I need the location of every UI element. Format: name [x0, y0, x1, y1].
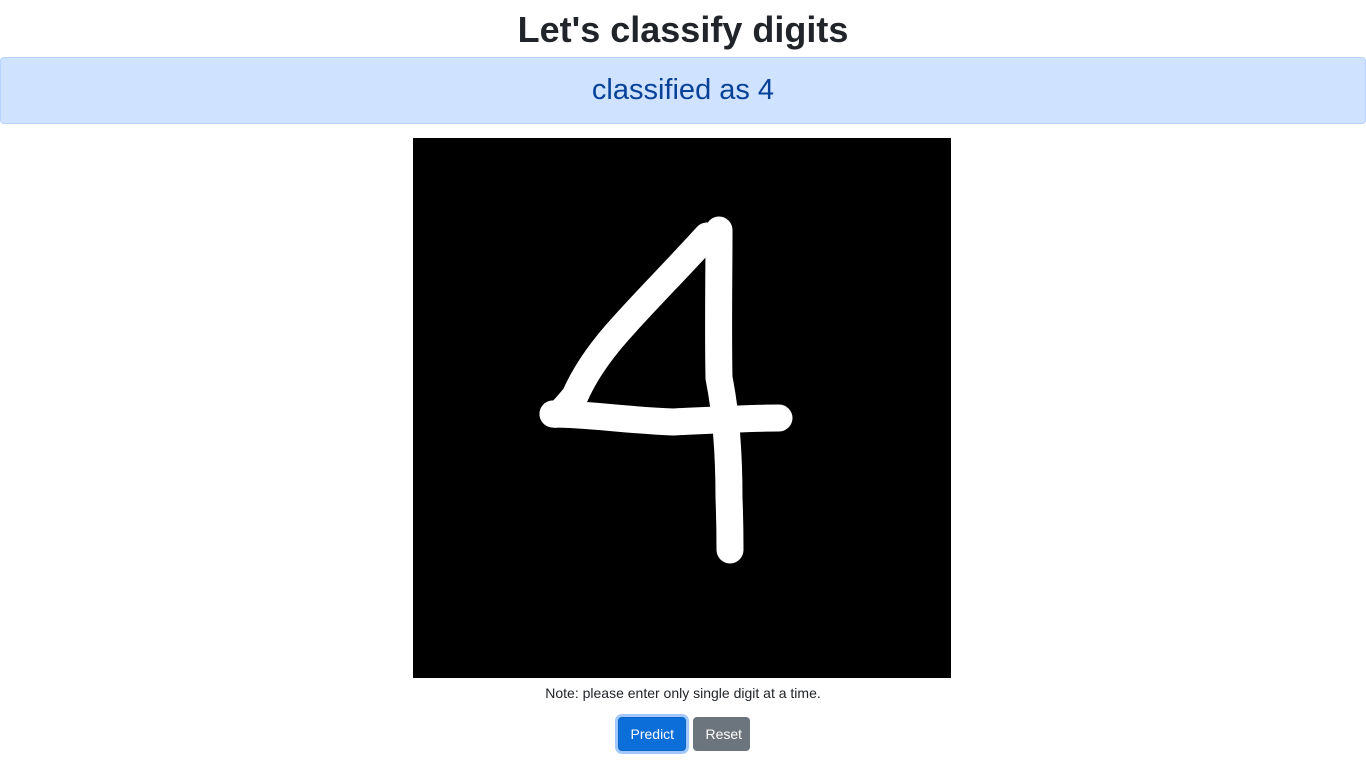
- digit-stroke-horizontal: [539, 400, 793, 436]
- handwritten-digit-drawing: [539, 216, 793, 564]
- action-buttons: Predict Reset: [0, 717, 1366, 751]
- prediction-result-alert: classified as 4: [0, 57, 1366, 124]
- digit-stroke-diagonal: [539, 222, 721, 428]
- reset-button[interactable]: Reset: [692, 717, 750, 751]
- instruction-note: Note: please enter only single digit at …: [545, 685, 821, 701]
- page: Let's classify digits classified as 4 No…: [0, 0, 1366, 768]
- prediction-result-text: classified as 4: [591, 74, 775, 106]
- page-title: Let's classify digits: [517, 9, 849, 50]
- predict-button[interactable]: Predict: [617, 717, 686, 751]
- drawing-canvas[interactable]: [413, 138, 951, 678]
- digit-stroke-vertical: [705, 216, 744, 564]
